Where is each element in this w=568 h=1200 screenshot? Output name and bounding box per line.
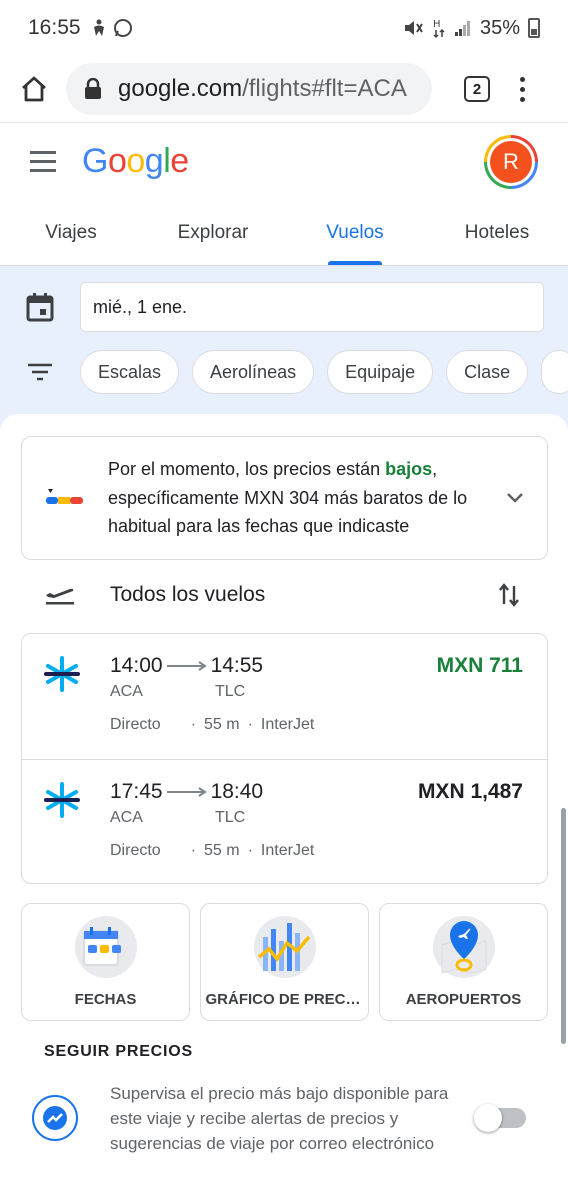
track-prices-description: Supervisa el precio más bajo disponible … [110,1083,449,1153]
flight-row[interactable]: 14:00 14:55 ACA TLC Directo · 55 m · Int… [22,634,547,759]
dates-card[interactable]: FECHAS [21,903,190,1021]
network-h-icon: H [433,19,445,39]
filter-chip-escalas[interactable]: Escalas [80,350,180,394]
filter-chip-aerolineas[interactable]: Aerolíneas [192,350,315,394]
departing-plane-icon [46,588,74,604]
track-prices-toggle[interactable] [474,1104,526,1132]
signal-icon [454,21,470,36]
insight-highlight: bajos [385,459,433,480]
interjet-logo-icon [44,656,80,692]
url-host: google.com [118,75,243,102]
tab-explorar[interactable]: Explorar [142,200,284,265]
notification-icons [91,18,133,38]
calendar-illustration-icon [82,927,121,966]
arrow-right-icon [166,661,207,671]
track-prices-row: Supervisa el precio más bajo disponible … [0,1078,568,1158]
filter-chips: Escalas Aerolíneas Equipaje Clase [0,350,568,394]
filter-chip-more[interactable] [541,350,568,394]
flight-stops: Directo [110,842,161,859]
app-header: Google R [0,122,568,200]
departure-time: 14:00 [110,654,163,677]
price-graph-illustration-icon [257,923,310,971]
flight-price: MXN 711 [436,654,523,677]
price-trend-icon [32,1095,78,1141]
mute-icon [404,21,423,35]
flight-times: 14:00 14:55 [110,654,263,678]
destination-code: TLC [215,683,246,700]
results-sheet: Por el momento, los precios están bajos,… [0,414,568,1200]
browser-toolbar: google.com/flights#flt=ACA 2 [0,56,568,122]
flight-price: MXN 1,487 [417,780,523,803]
flight-details: Directo · 55 m · InterJet [110,716,315,733]
date-row: mié., 1 ene. [0,282,568,332]
filter-icon[interactable] [27,362,53,382]
google-logo[interactable]: Google [82,142,189,181]
filter-chip-clase[interactable]: Clase [446,350,529,394]
svg-text:H: H [433,19,441,30]
flight-details: Directo · 55 m · InterJet [110,842,315,859]
flight-airline: InterJet [260,842,315,859]
airports-card[interactable]: AEROPUERTOS [379,903,548,1021]
explore-cards: FECHAS GRÁFICO DE PRECIOS AEROPUERTOS [21,903,548,1021]
price-graph-card-label: GRÁFICO DE PRECIOS [205,991,364,1008]
arrival-time: 14:55 [210,654,264,677]
interjet-logo-icon [44,782,80,818]
chevron-down-icon[interactable] [506,492,524,504]
flight-duration: 55 m [204,716,240,733]
url-text: google.com/flights#flt=ACA [118,75,407,103]
flight-list: 14:00 14:55 ACA TLC Directo · 55 m · Int… [21,633,548,884]
airports-card-label: AEROPUERTOS [405,991,522,1008]
filter-chip-equipaje[interactable]: Equipaje [327,350,434,394]
browser-menu-button[interactable] [520,76,525,102]
tab-hoteles[interactable]: Hoteles [426,200,568,265]
price-level-icon [46,489,83,504]
price-insight-text: Por el momento, los precios están bajos,… [108,455,502,541]
price-graph-card[interactable]: GRÁFICO DE PRECIOS [200,903,369,1021]
airport-map-illustration-icon [441,921,486,974]
flight-airline: InterJet [260,716,315,733]
home-button[interactable] [14,69,54,109]
travel-nav-tabs: Viajes Explorar Vuelos Hoteles [0,200,568,266]
tab-vuelos[interactable]: Vuelos [284,200,426,265]
tab-switcher-button[interactable]: 2 [464,76,490,102]
page-scrollbar[interactable] [561,808,566,1044]
insight-text-before: Por el momento, los precios están [108,459,386,480]
lock-icon [85,78,101,99]
dates-card-label: FECHAS [74,991,137,1008]
all-flights-title: Todos los vuelos [110,583,266,606]
arrival-time: 18:40 [210,780,264,803]
battery-icon [528,18,540,38]
address-bar[interactable]: google.com/flights#flt=ACA [66,63,432,115]
tab-viajes[interactable]: Viajes [0,200,142,265]
status-time: 16:55 [28,16,81,39]
sort-icon[interactable] [498,582,520,608]
calendar-icon [26,293,54,322]
flight-duration: 55 m [204,842,240,859]
accessibility-icon [93,19,104,36]
track-prices-header: SEGUIR PRECIOS [44,1043,194,1060]
destination-code: TLC [215,809,246,826]
departure-time: 17:45 [110,780,163,803]
status-right: H 35% [402,17,540,40]
flight-stops: Directo [110,716,161,733]
price-insight-card[interactable]: Por el momento, los precios están bajos,… [21,436,548,560]
flight-times: 17:45 18:40 [110,780,263,804]
all-flights-header: Todos los vuelos [0,570,568,620]
departure-date-field[interactable]: mié., 1 ene. [80,282,544,332]
search-area: mié., 1 ene. Escalas Aerolíneas Equipaje… [0,266,568,436]
status-bar: 16:55 H 35% [0,0,568,56]
whatsapp-icon [113,19,132,37]
url-path: /flights#flt=ACA [242,75,407,102]
avatar-letter: R [490,140,532,183]
hamburger-menu-icon[interactable] [30,151,56,172]
arrow-right-icon [166,787,207,797]
origin-code: ACA [110,809,143,826]
flight-row[interactable]: 17:45 18:40 ACA TLC Directo · 55 m · Int… [22,759,547,883]
account-avatar[interactable]: R [484,134,538,189]
battery-percent: 35% [479,16,520,39]
origin-code: ACA [110,683,143,700]
home-icon [22,76,46,102]
